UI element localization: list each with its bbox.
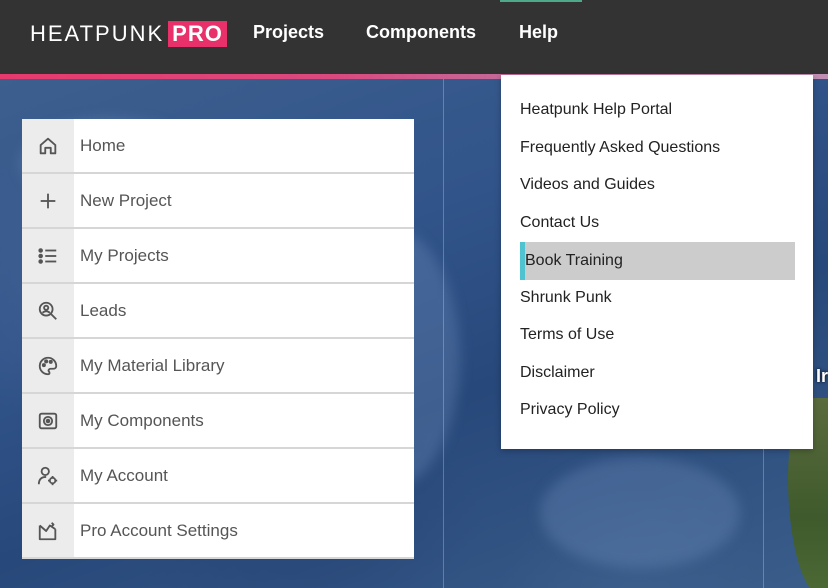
help-menu-item-help-portal[interactable]: Heatpunk Help Portal xyxy=(520,91,795,129)
help-active-indicator xyxy=(500,0,582,2)
logo-wordmark: HEATPUNK xyxy=(30,21,165,46)
sidebar-item-leads[interactable]: Leads xyxy=(22,284,414,339)
top-navbar: HEATPUNK PRO Projects Components Help xyxy=(0,0,828,74)
sidebar-item-label: My Projects xyxy=(80,245,169,265)
help-menu-item-contact-us[interactable]: Contact Us xyxy=(520,204,795,242)
component-icon xyxy=(22,394,74,447)
nav-components[interactable]: Components xyxy=(366,22,476,43)
map-gridline xyxy=(443,78,444,588)
search-person-icon xyxy=(22,284,74,337)
sidebar-item-home[interactable]: Home xyxy=(22,119,414,174)
logo-pro-badge: PRO xyxy=(168,21,227,47)
nav-projects[interactable]: Projects xyxy=(253,22,324,43)
sidebar-item-label: Home xyxy=(80,135,126,155)
sidebar-item-material-library[interactable]: My Material Library xyxy=(22,339,414,394)
sidebar-item-label: My Material Library xyxy=(80,355,225,375)
sidebar-item-my-projects[interactable]: My Projects xyxy=(22,229,414,284)
sidebar-item-my-account[interactable]: My Account xyxy=(22,449,414,504)
sidebar-item-label: Pro Account Settings xyxy=(80,520,238,540)
sidebar-item-label: New Project xyxy=(80,190,172,210)
sidebar-item-pro-account-settings[interactable]: Pro Account Settings xyxy=(22,504,414,559)
home-icon xyxy=(22,119,74,172)
sidebar-item-label: My Components xyxy=(80,410,204,430)
user-settings-icon xyxy=(22,449,74,502)
help-menu-item-book-training[interactable]: Book Training xyxy=(520,242,795,280)
help-menu-item-disclaimer[interactable]: Disclaimer xyxy=(520,354,795,392)
map-land-label: Ir xyxy=(815,366,828,386)
help-menu-item-privacy-policy[interactable]: Privacy Policy xyxy=(520,391,795,429)
plus-icon xyxy=(22,174,74,227)
list-icon xyxy=(22,229,74,282)
pro-settings-icon xyxy=(22,504,74,557)
heatpunk-pro-logo[interactable]: HEATPUNK PRO xyxy=(30,21,227,47)
sidebar-item-label: My Account xyxy=(80,465,168,485)
sidebar-item-new-project[interactable]: New Project xyxy=(22,174,414,229)
nav-help[interactable]: Help xyxy=(519,22,558,43)
help-menu-item-videos-guides[interactable]: Videos and Guides xyxy=(520,166,795,204)
help-menu-item-shrunk-punk[interactable]: Shrunk Punk xyxy=(520,279,795,317)
sidebar-item-label: Leads xyxy=(80,300,127,320)
sidebar-item-my-components[interactable]: My Components xyxy=(22,394,414,449)
sidebar-menu: Home New Project My Projects Leads My Ma… xyxy=(22,119,414,559)
help-menu-item-faq[interactable]: Frequently Asked Questions xyxy=(520,129,795,167)
palette-icon xyxy=(22,339,74,392)
help-menu-item-terms-of-use[interactable]: Terms of Use xyxy=(520,316,795,354)
help-dropdown-menu: Heatpunk Help Portal Frequently Asked Qu… xyxy=(501,75,813,449)
